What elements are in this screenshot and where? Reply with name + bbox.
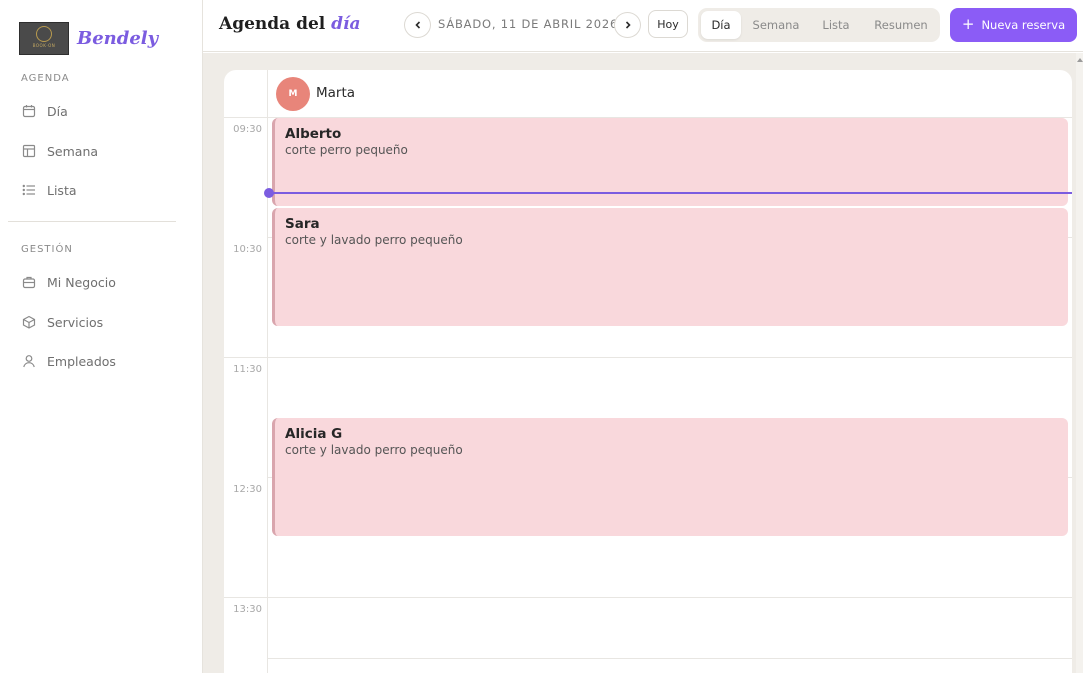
hour-line (224, 357, 1072, 358)
appointment-service: corte y lavado perro pequeño (285, 443, 463, 457)
tab-lista[interactable]: Lista (811, 11, 861, 39)
brand[interactable]: BOOK·ON Bendely (19, 21, 158, 55)
sidebar-item-mi-negocio[interactable]: Mi Negocio (21, 271, 116, 293)
view-switcher: Día Semana Lista Resumen (698, 8, 940, 42)
employee-name: Marta (316, 85, 356, 101)
new-booking-button[interactable]: + Nueva reserva (950, 8, 1077, 42)
grid-icon (21, 143, 37, 159)
logo-text: BOOK·ON (32, 43, 56, 48)
appointment-client: Alicia G (285, 426, 343, 442)
tab-dia[interactable]: Día (701, 11, 741, 39)
appointment-service: corte perro pequeño (285, 143, 408, 157)
next-day-button[interactable] (614, 12, 641, 38)
page-title-prefix: Agenda del (219, 14, 332, 34)
hour-line (224, 597, 1072, 598)
sidebar-item-label: Mi Negocio (47, 274, 116, 290)
logo-emblem-icon (36, 26, 52, 42)
user-icon (21, 353, 37, 369)
tab-resumen[interactable]: Resumen (865, 11, 937, 39)
time-label: 10:30 (233, 244, 262, 255)
appointment-card[interactable]: Sara corte y lavado perro pequeño (272, 208, 1068, 326)
top-bar: Agenda del día SÁBADO, 11 DE ABRIL 2026 … (203, 0, 1083, 52)
sidebar: BOOK·ON Bendely AGENDA Día Semana Lista … (0, 0, 203, 673)
sidebar-item-label: Semana (47, 143, 99, 159)
chevron-left-icon (414, 21, 420, 29)
appointment-client: Alberto (285, 126, 342, 142)
sidebar-item-label: Servicios (47, 314, 104, 330)
current-time-dot (264, 188, 274, 198)
employee-header: M Marta (224, 70, 1072, 118)
box-icon (21, 314, 37, 330)
sidebar-item-lista[interactable]: Lista (21, 179, 77, 201)
today-button[interactable]: Hoy (648, 10, 688, 38)
time-label: 12:30 (233, 484, 262, 495)
time-label: 13:30 (233, 604, 262, 615)
new-booking-label: Nueva reserva (981, 18, 1066, 32)
sidebar-item-empleados[interactable]: Empleados (21, 350, 116, 372)
current-time-line (272, 192, 1072, 194)
day-calendar: M Marta 09:30 10:30 11:30 12:30 13:30 Al… (224, 70, 1072, 673)
briefcase-icon (21, 274, 37, 290)
plus-icon: + (961, 15, 975, 33)
avatar[interactable]: M (276, 77, 310, 111)
prev-day-button[interactable] (404, 12, 431, 38)
tab-semana[interactable]: Semana (745, 11, 807, 39)
chevron-right-icon (625, 21, 631, 29)
appointment-card[interactable]: Alicia G corte y lavado perro pequeño (272, 418, 1068, 536)
current-date: SÁBADO, 11 DE ABRIL 2026 (438, 17, 619, 31)
appointment-service: corte y lavado perro pequeño (285, 233, 463, 247)
business-logo: BOOK·ON (19, 21, 69, 55)
sidebar-item-label: Lista (47, 182, 77, 198)
page-title: Agenda del día (219, 14, 361, 34)
hour-line (268, 658, 1072, 659)
calendar-icon (21, 103, 37, 119)
sidebar-divider (8, 221, 176, 222)
list-icon (21, 182, 37, 198)
section-label-agenda: AGENDA (21, 73, 70, 84)
appointment-client: Sara (285, 216, 320, 232)
sidebar-item-servicios[interactable]: Servicios (21, 311, 103, 333)
sidebar-item-label: Empleados (47, 353, 116, 369)
time-label: 09:30 (233, 124, 262, 135)
sidebar-item-dia[interactable]: Día (21, 100, 68, 122)
sidebar-item-semana[interactable]: Semana (21, 140, 98, 162)
time-label: 11:30 (233, 364, 262, 375)
page-title-highlight: día (331, 14, 361, 34)
sidebar-item-label: Día (47, 103, 68, 119)
brand-name: Bendely (77, 27, 159, 49)
scrollbar[interactable] (1076, 53, 1083, 673)
scroll-up-arrow-icon[interactable] (1077, 58, 1083, 62)
section-label-gestion: GESTIÓN (21, 244, 73, 255)
